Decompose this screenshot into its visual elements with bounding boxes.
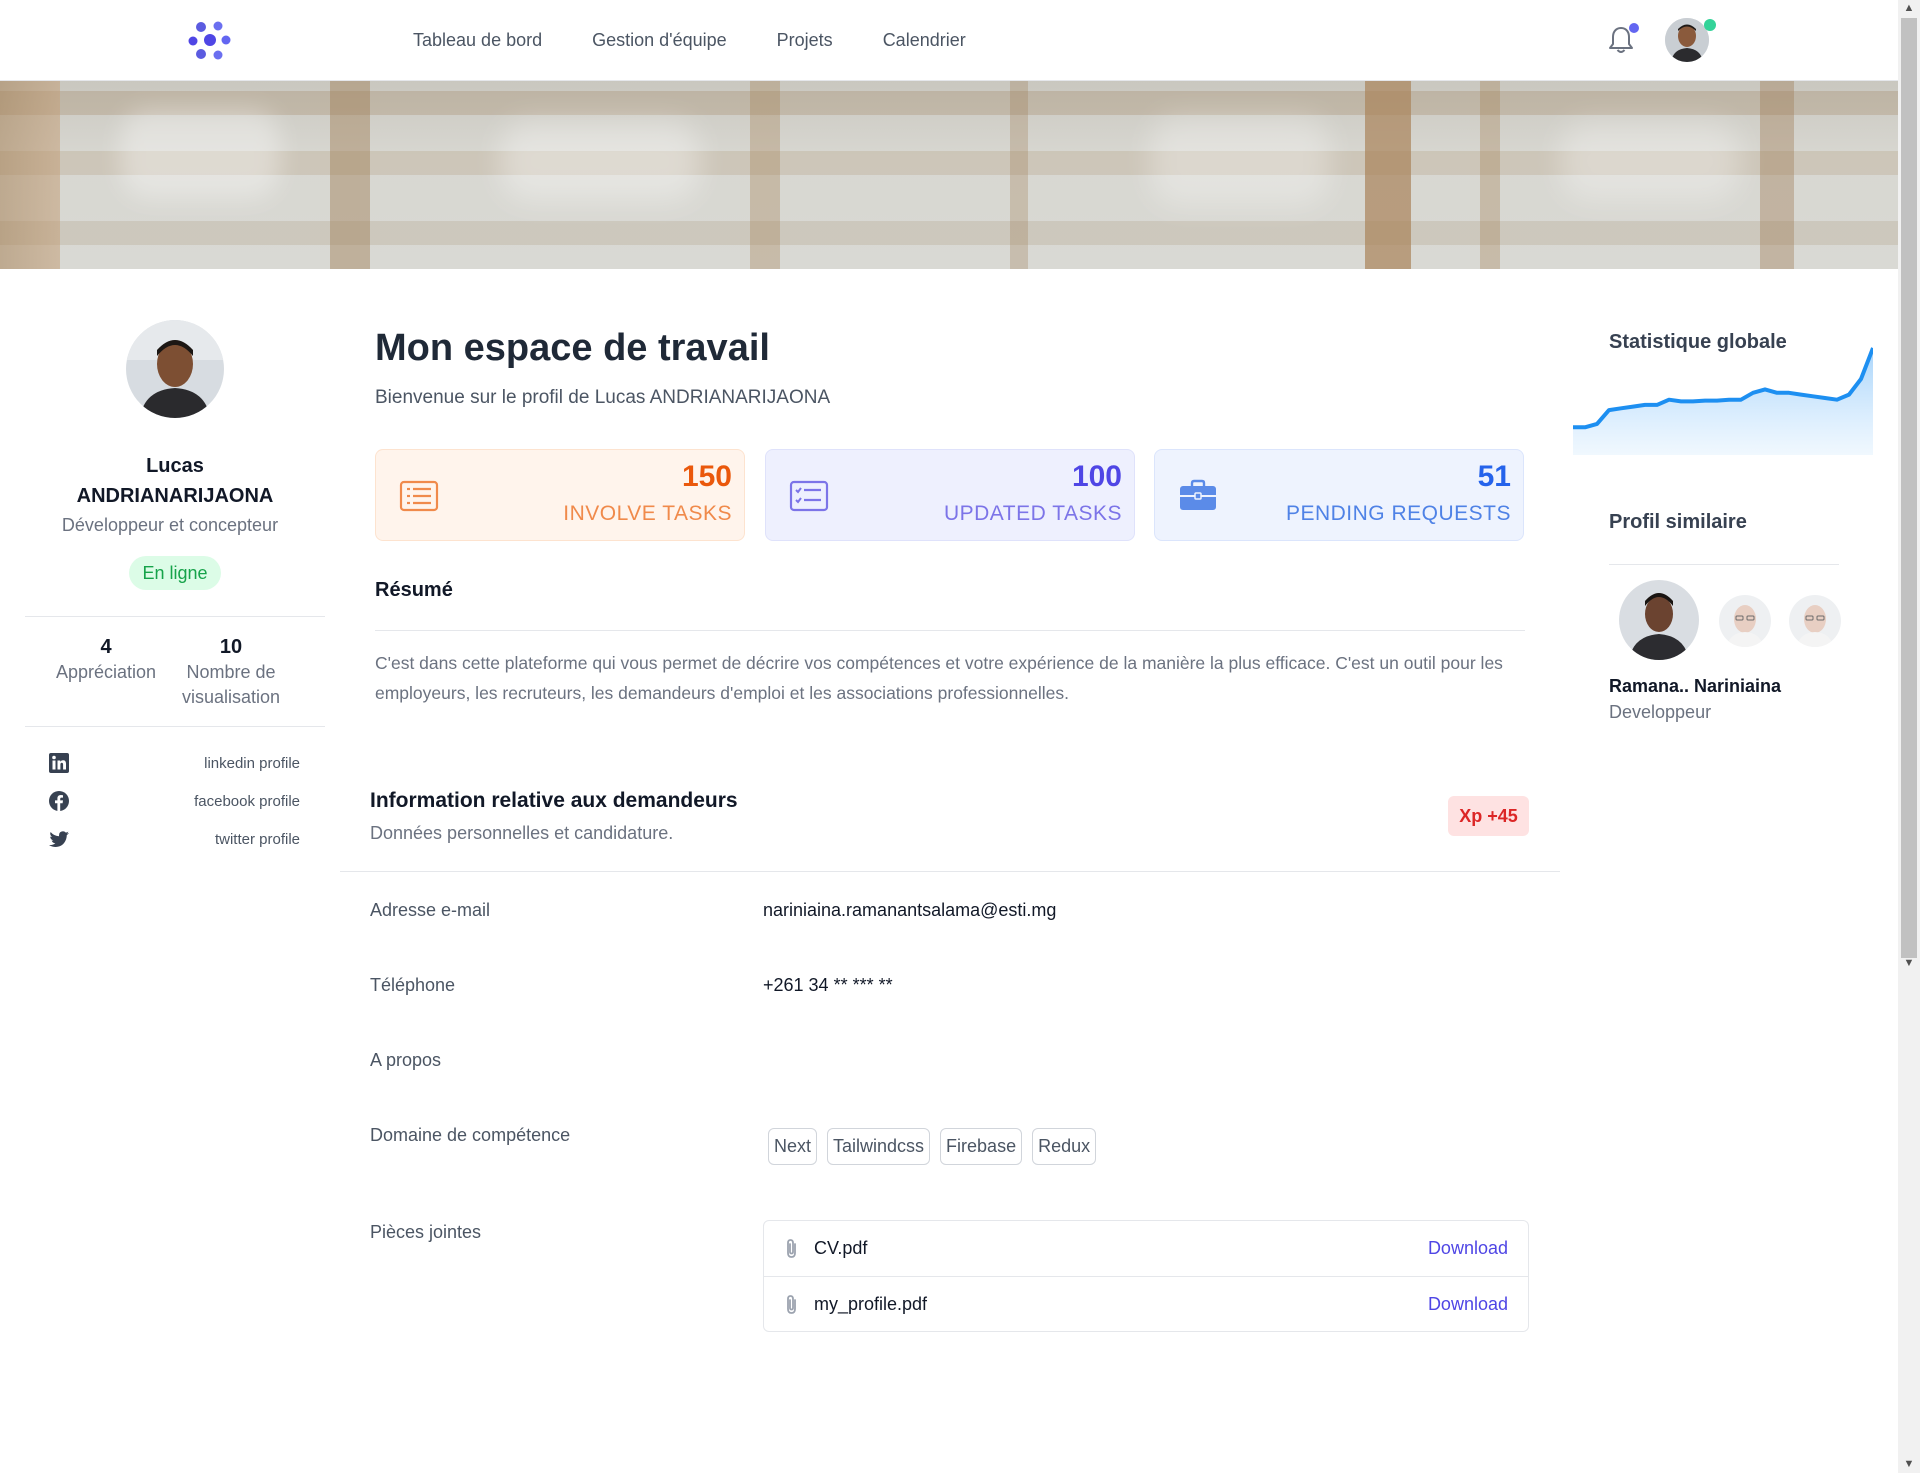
stat-card-pending-requests: 51 PENDING REQUESTS — [1154, 449, 1524, 541]
social-label: twitter profile — [214, 830, 300, 848]
phone-value: +261 34 ** *** ** — [763, 975, 893, 995]
scrollbar-thumb[interactable] — [1901, 18, 1917, 958]
social-facebook[interactable]: facebook profile — [48, 787, 300, 815]
nav-link-dashboard[interactable]: Tableau de bord — [413, 30, 542, 51]
xp-badge: Xp +45 — [1448, 796, 1529, 836]
profile-last-name: ANDRIANARIJAONA — [76, 485, 274, 507]
card-label: INVOLVE TASKS — [563, 502, 732, 525]
info-title: Information relative aux demandeurs — [370, 789, 738, 812]
email-value: nariniaina.ramanantsalama@esti.mg — [763, 900, 1057, 920]
status-badge: En ligne — [129, 556, 221, 590]
attachment-item: CV.pdf Download — [764, 1221, 1528, 1276]
social-linkedin[interactable]: linkedin profile — [48, 749, 300, 777]
page-scrollbar[interactable]: ▲ ▼ ▼ — [1898, 0, 1920, 1473]
stat-value: 10 — [219, 636, 243, 658]
similar-profile-avatar[interactable] — [1619, 580, 1699, 660]
facebook-icon — [49, 791, 69, 811]
attachment-name: my_profile.pdf — [814, 1294, 928, 1314]
briefcase-icon — [1180, 479, 1216, 510]
paperclip-icon — [787, 1238, 796, 1258]
profile-name: Lucas ANDRIANARIJAONA — [25, 451, 325, 511]
skills-label: Domaine de compétence — [370, 1125, 571, 1145]
divider — [25, 616, 325, 617]
page-title: Mon espace de travail — [375, 327, 770, 369]
stat-appreciation: 4 Appréciation — [45, 634, 167, 685]
social-label: facebook profile — [194, 792, 300, 810]
stat-card-updated-tasks: 100 UPDATED TASKS — [765, 449, 1135, 541]
skill-tag: Next — [768, 1128, 818, 1165]
similar-profile-name[interactable]: Ramana.. Nariniaina — [1609, 676, 1781, 697]
divider — [375, 630, 1525, 631]
paperclip-icon — [787, 1294, 796, 1314]
list-icon — [399, 480, 439, 512]
user-avatar[interactable] — [1665, 18, 1709, 62]
similar-profiles-title: Profil similaire — [1609, 511, 1747, 533]
global-stat-sparkline — [1573, 347, 1873, 455]
skill-tag: Tailwindcss — [827, 1128, 931, 1165]
download-link[interactable]: Download — [1428, 1294, 1508, 1315]
card-label: UPDATED TASKS — [943, 502, 1122, 525]
page-subtitle: Bienvenue sur le profil de Lucas ANDRIAN… — [375, 387, 831, 408]
similar-profile-avatar[interactable] — [1719, 595, 1771, 647]
twitter-icon — [49, 831, 69, 847]
skill-tag: Firebase — [940, 1128, 1023, 1165]
stat-label: Appréciation — [55, 662, 157, 682]
card-value: 51 — [1477, 460, 1511, 493]
divider — [1609, 564, 1839, 565]
stat-value: 4 — [100, 636, 112, 658]
attachments-label: Pièces jointes — [370, 1222, 482, 1242]
resume-text: C'est dans cette plateforme qui vous per… — [375, 653, 1503, 703]
cover-banner — [0, 81, 1898, 269]
logo-icon[interactable] — [188, 18, 234, 62]
attachments-list: CV.pdf Download my_profile.pdf Download — [763, 1220, 1529, 1332]
similar-profile-avatar[interactable] — [1789, 595, 1841, 647]
profile-avatar — [126, 320, 224, 418]
nav-link-calendar[interactable]: Calendrier — [883, 30, 966, 51]
scroll-down-arrow-icon[interactable]: ▼ — [1902, 956, 1916, 970]
notification-dot — [1629, 23, 1639, 33]
skills-tags: Next Tailwindcss Firebase Redux — [768, 1128, 1097, 1165]
download-link[interactable]: Download — [1428, 1238, 1508, 1259]
card-value: 150 — [681, 460, 732, 493]
skill-tag: Redux — [1032, 1128, 1097, 1165]
linkedin-icon — [49, 753, 69, 773]
top-navbar: Tableau de bord Gestion d'équipe Projets… — [0, 0, 1898, 81]
nav-link-team[interactable]: Gestion d'équipe — [592, 30, 727, 51]
nav-link-projects[interactable]: Projets — [777, 30, 833, 51]
divider — [25, 726, 325, 727]
divider — [340, 871, 1560, 872]
stat-card-involve-tasks: 150 INVOLVE TASKS — [375, 449, 745, 541]
attachment-item: my_profile.pdf Download — [764, 1277, 1528, 1332]
checklist-icon — [789, 480, 829, 512]
attachment-name: CV.pdf — [814, 1238, 868, 1258]
scroll-down-arrow-icon[interactable]: ▼ — [1902, 1457, 1916, 1471]
profile-role: Développeur et concepteur — [61, 515, 279, 535]
similar-profile-role: Developpeur — [1609, 702, 1712, 722]
stat-views: 10 Nombre de visualisation — [172, 634, 290, 710]
phone-label: Téléphone — [370, 975, 456, 995]
online-indicator — [1704, 19, 1716, 31]
email-label: Adresse e-mail — [370, 900, 491, 920]
info-subtitle: Données personnelles et candidature. — [370, 823, 674, 843]
card-value: 100 — [1071, 460, 1122, 493]
social-twitter[interactable]: twitter profile — [48, 825, 300, 853]
about-label: A propos — [370, 1050, 442, 1070]
stat-label: Nombre de visualisation — [181, 662, 281, 707]
scroll-up-arrow-icon[interactable]: ▲ — [1902, 1, 1916, 15]
card-label: PENDING REQUESTS — [1285, 502, 1511, 525]
main-nav: Tableau de bord Gestion d'équipe Projets… — [413, 0, 966, 81]
resume-title: Résumé — [375, 579, 453, 601]
profile-first-name: Lucas — [146, 455, 204, 477]
social-label: linkedin profile — [204, 754, 300, 772]
